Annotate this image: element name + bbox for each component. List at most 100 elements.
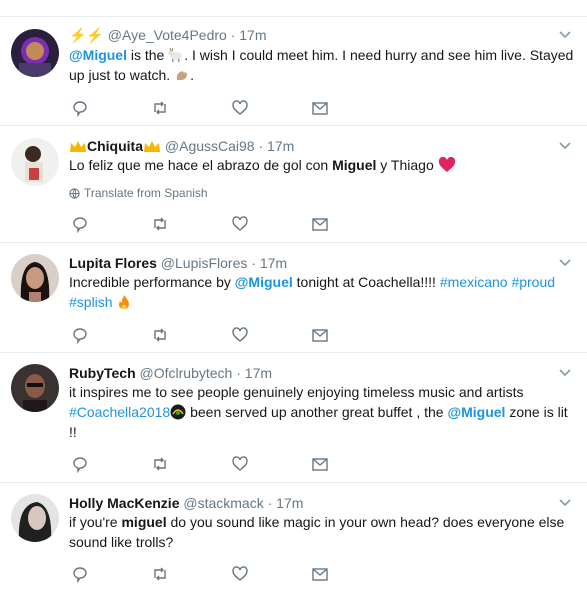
retweet-icon[interactable]	[151, 99, 169, 117]
avatar[interactable]	[11, 364, 59, 412]
crown-emoji	[144, 141, 160, 152]
tweet-text: @Miguel is the . I wish I could meet him…	[69, 45, 574, 85]
mention-link[interactable]: @Miguel	[447, 404, 505, 420]
mention-link[interactable]: @Miguel	[69, 47, 127, 63]
hashtag-link[interactable]: #Coachella2018	[69, 404, 170, 420]
globe-icon	[69, 187, 80, 199]
mention-link[interactable]: @Miguel	[235, 274, 293, 290]
chevron-down-icon[interactable]	[559, 499, 571, 507]
tweet-item[interactable]: Chiquita @AgussCai98 · 17m Lo feliz que …	[0, 126, 587, 243]
user-handle[interactable]: @Ofclrubytech	[140, 365, 233, 381]
text-fragment: it inspires me to see people genuinely e…	[69, 384, 524, 400]
heart-icon[interactable]	[231, 326, 249, 344]
tweet-text: Incredible performance by @Miguel tonigh…	[69, 272, 574, 312]
tweet-text: Lo feliz que me hace el abrazo de gol co…	[69, 155, 574, 175]
heart-icon[interactable]	[231, 455, 249, 473]
text-fragment: zone is lit	[505, 404, 568, 420]
heart-icon[interactable]	[231, 565, 249, 583]
text-fragment: .	[190, 67, 194, 83]
tweet-actions	[69, 326, 339, 344]
text-fragment: if you're	[69, 514, 122, 530]
heart-icon[interactable]	[231, 99, 249, 117]
timestamp[interactable]: 17m	[245, 365, 272, 381]
chevron-down-icon[interactable]	[559, 369, 571, 377]
reply-icon[interactable]	[71, 99, 89, 117]
timestamp[interactable]: 17m	[260, 255, 287, 271]
hashtag-link[interactable]: #splish	[69, 294, 113, 310]
avatar[interactable]	[11, 29, 59, 77]
user-handle[interactable]: @LupisFlores	[161, 255, 248, 271]
tweet-text: if you're miguel do you sound like magic…	[69, 512, 574, 552]
text-fragment: Miguel	[332, 157, 377, 173]
tweet-item[interactable]: RubyTech @Ofclrubytech · 17m it inspires…	[0, 353, 587, 483]
text-fragment: y Thiago	[376, 157, 438, 173]
user-handle[interactable]: @stackmack	[183, 495, 263, 511]
user-handle[interactable]: @Aye_Vote4Pedro	[108, 27, 227, 43]
reply-icon[interactable]	[86, 0, 100, 6]
tweet-item[interactable]: Holly MacKenzie @stackmack · 17m if you'…	[0, 483, 587, 597]
tweet-actions	[69, 99, 339, 117]
hashtag-link[interactable]: #mexicano	[440, 274, 508, 290]
text-fragment: is the	[126, 47, 169, 63]
avatar[interactable]	[11, 254, 59, 302]
text-fragment: miguel	[121, 514, 167, 530]
reply-icon[interactable]	[71, 565, 89, 583]
tweet-text: it inspires me to see people genuinely e…	[69, 382, 574, 442]
display-name[interactable]: Chiquita	[87, 138, 143, 154]
tweet-header: RubyTech @Ofclrubytech · 17m	[69, 364, 272, 382]
reply-icon[interactable]	[71, 455, 89, 473]
chevron-down-icon[interactable]	[559, 259, 571, 267]
text-fragment: Lo feliz que me hace el abrazo de gol co…	[69, 157, 333, 173]
tweet-actions	[69, 215, 339, 233]
tweet-header: Holly MacKenzie @stackmack · 17m	[69, 494, 303, 512]
hashtag-link[interactable]: #proud	[511, 274, 555, 290]
translate-link[interactable]: Translate from Spanish	[69, 186, 208, 200]
retweet-icon[interactable]	[151, 326, 169, 344]
heart-icon[interactable]	[231, 215, 249, 233]
tweet-header: Chiquita @AgussCai98 · 17m	[69, 137, 294, 155]
translate-label[interactable]: Translate from Spanish	[84, 186, 208, 200]
flexed-biceps-emoji	[176, 71, 188, 80]
text-fragment: been served up another great buffet , th…	[186, 404, 448, 420]
envelope-icon[interactable]	[311, 455, 329, 473]
text-fragment: Incredible performance by	[69, 274, 235, 290]
tweet-actions	[69, 455, 339, 473]
reply-icon[interactable]	[71, 326, 89, 344]
user-handle[interactable]: @AgussCai98	[165, 138, 255, 154]
tweet-actions	[69, 565, 339, 583]
fire-emoji	[119, 295, 130, 309]
display-name[interactable]: Lupita Flores	[69, 255, 157, 271]
display-name[interactable]: RubyTech	[69, 365, 136, 381]
reply-icon[interactable]	[71, 215, 89, 233]
tweet-header: ⚡⚡ @Aye_Vote4Pedro · 17m	[69, 26, 267, 44]
envelope-icon[interactable]	[311, 326, 329, 344]
crown-emoji	[70, 141, 86, 152]
timestamp[interactable]: 17m	[276, 495, 303, 511]
display-name[interactable]: ⚡⚡	[69, 27, 104, 43]
avatar[interactable]	[11, 494, 59, 542]
avatar[interactable]	[11, 138, 59, 186]
red-heart-emoji	[438, 157, 455, 172]
chevron-down-icon[interactable]	[559, 142, 571, 150]
envelope-icon[interactable]	[311, 215, 329, 233]
previous-tweet-actions	[0, 0, 587, 17]
retweet-icon[interactable]	[151, 455, 169, 473]
chevron-down-icon[interactable]	[559, 31, 571, 39]
display-name[interactable]: Holly MacKenzie	[69, 495, 179, 511]
envelope-icon[interactable]	[311, 565, 329, 583]
tweet-header: Lupita Flores @LupisFlores · 17m	[69, 254, 287, 272]
envelope-icon[interactable]	[311, 99, 329, 117]
retweet-icon[interactable]	[151, 215, 169, 233]
timestamp[interactable]: 17m	[267, 138, 294, 154]
text-fragment: tonight at Coachella!!!!	[292, 274, 440, 290]
text-fragment: !!	[69, 424, 77, 440]
tweet-item[interactable]: ⚡⚡ @Aye_Vote4Pedro · 17m @Miguel is the …	[0, 17, 587, 126]
timestamp[interactable]: 17m	[239, 27, 266, 43]
goat-emoji	[168, 47, 183, 62]
tweet-item[interactable]: Lupita Flores @LupisFlores · 17m Incredi…	[0, 243, 587, 353]
separator: ·	[251, 255, 256, 271]
separator: ·	[267, 495, 273, 511]
separator: ·	[236, 365, 241, 381]
retweet-icon[interactable]	[151, 565, 169, 583]
separator: ·	[230, 27, 236, 43]
